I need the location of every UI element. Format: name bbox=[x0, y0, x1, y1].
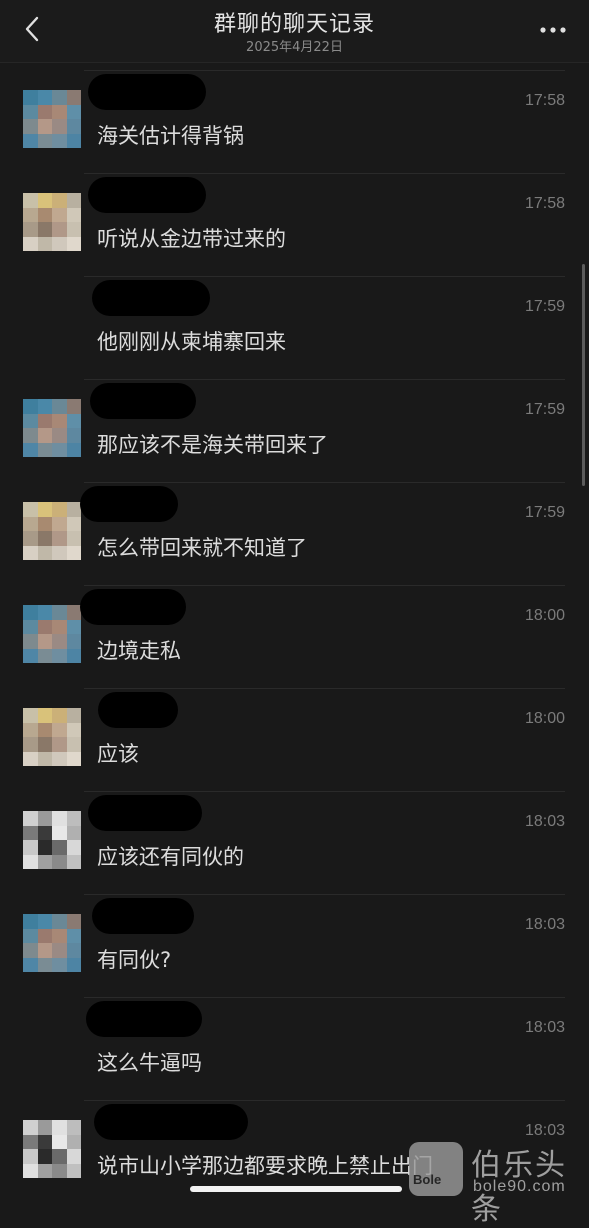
message-divider bbox=[84, 688, 565, 689]
message-text: 有同伙? bbox=[97, 948, 172, 972]
message-divider bbox=[84, 379, 565, 380]
message-item[interactable]: 17:59 他刚刚从柬埔寨回来 bbox=[0, 268, 589, 371]
message-item[interactable]: 18:03 有同伙? bbox=[0, 886, 589, 989]
message-divider bbox=[84, 70, 565, 71]
watermark-logo-text: Bole bbox=[413, 1172, 442, 1187]
message-text: 这么牛逼吗 bbox=[97, 1051, 202, 1075]
redacted-sender-name bbox=[88, 74, 206, 110]
redacted-sender-name bbox=[98, 692, 178, 728]
message-list[interactable]: 17:58 海关估计得背锅 17:58 听说从金边带过来的 17:59 他刚刚从柬埔寨回来… bbox=[0, 62, 589, 1195]
message-divider bbox=[84, 482, 565, 483]
redacted-sender-name bbox=[94, 1104, 248, 1140]
message-divider bbox=[84, 894, 565, 895]
message-item[interactable]: 17:58 听说从金边带过来的 bbox=[0, 165, 589, 268]
redacted-sender-name bbox=[92, 898, 194, 934]
redacted-sender-name bbox=[88, 795, 202, 831]
message-time: 17:58 bbox=[524, 195, 565, 212]
message-text: 听说从金边带过来的 bbox=[97, 227, 286, 251]
avatar[interactable] bbox=[23, 1120, 81, 1178]
message-item[interactable]: 17:58 海关估计得背锅 bbox=[0, 62, 589, 165]
watermark: Bole 伯乐头条 bole90.com bbox=[409, 1140, 585, 1227]
message-divider bbox=[84, 173, 565, 174]
message-text: 怎么带回来就不知道了 bbox=[97, 536, 307, 560]
message-divider bbox=[84, 791, 565, 792]
watermark-domain: bole90.com bbox=[473, 1178, 566, 1195]
message-time: 17:59 bbox=[524, 298, 565, 315]
message-item[interactable]: 18:03 这么牛逼吗 bbox=[0, 989, 589, 1092]
redacted-sender-name bbox=[80, 589, 186, 625]
message-text: 应该还有同伙的 bbox=[97, 845, 244, 869]
message-time: 18:03 bbox=[524, 813, 565, 830]
message-time: 17:59 bbox=[524, 401, 565, 418]
message-item[interactable]: 17:59 怎么带回来就不知道了 bbox=[0, 474, 589, 577]
avatar[interactable] bbox=[23, 708, 81, 766]
message-time: 18:03 bbox=[524, 1019, 565, 1036]
message-item[interactable]: 17:59 那应该不是海关带回来了 bbox=[0, 371, 589, 474]
message-time: 17:59 bbox=[524, 504, 565, 521]
avatar[interactable] bbox=[23, 605, 81, 663]
message-item[interactable]: 18:00 应该 bbox=[0, 680, 589, 783]
message-divider bbox=[84, 585, 565, 586]
avatar[interactable] bbox=[23, 193, 81, 251]
message-text: 边境走私 bbox=[97, 639, 181, 663]
home-indicator[interactable] bbox=[190, 1186, 402, 1192]
redacted-sender-name bbox=[86, 1001, 202, 1037]
avatar[interactable] bbox=[23, 502, 81, 560]
message-time: 18:00 bbox=[524, 607, 565, 624]
scrollbar[interactable] bbox=[582, 264, 585, 486]
more-dots-icon[interactable] bbox=[535, 16, 571, 44]
message-divider bbox=[84, 997, 565, 998]
redacted-sender-name bbox=[80, 486, 178, 522]
message-text: 应该 bbox=[97, 742, 139, 766]
message-divider bbox=[84, 276, 565, 277]
message-item[interactable]: 18:03 应该还有同伙的 bbox=[0, 783, 589, 886]
page-subtitle-date: 2025年4月22日 bbox=[246, 40, 343, 55]
avatar[interactable] bbox=[23, 399, 81, 457]
message-time: 18:03 bbox=[524, 916, 565, 933]
message-time: 17:58 bbox=[524, 92, 565, 109]
avatar[interactable] bbox=[23, 811, 81, 869]
message-time: 18:03 bbox=[524, 1122, 565, 1139]
page-title: 群聊的聊天记录 bbox=[213, 12, 375, 37]
redacted-sender-name bbox=[92, 280, 210, 316]
message-text: 说市山小学那边都要求晚上禁止出门 bbox=[97, 1154, 433, 1178]
chat-header: 群聊的聊天记录 2025年4月22日 bbox=[0, 0, 589, 62]
message-time: 18:00 bbox=[524, 710, 565, 727]
avatar[interactable] bbox=[23, 90, 81, 148]
message-text: 那应该不是海关带回来了 bbox=[97, 433, 328, 457]
message-text: 他刚刚从柬埔寨回来 bbox=[97, 330, 286, 354]
redacted-sender-name bbox=[88, 177, 206, 213]
message-item[interactable]: 18:00 边境走私 bbox=[0, 577, 589, 680]
message-text: 海关估计得背锅 bbox=[97, 124, 244, 148]
watermark-logo: Bole bbox=[409, 1142, 463, 1196]
message-divider bbox=[84, 1100, 565, 1101]
avatar[interactable] bbox=[23, 914, 81, 972]
redacted-sender-name bbox=[90, 383, 196, 419]
